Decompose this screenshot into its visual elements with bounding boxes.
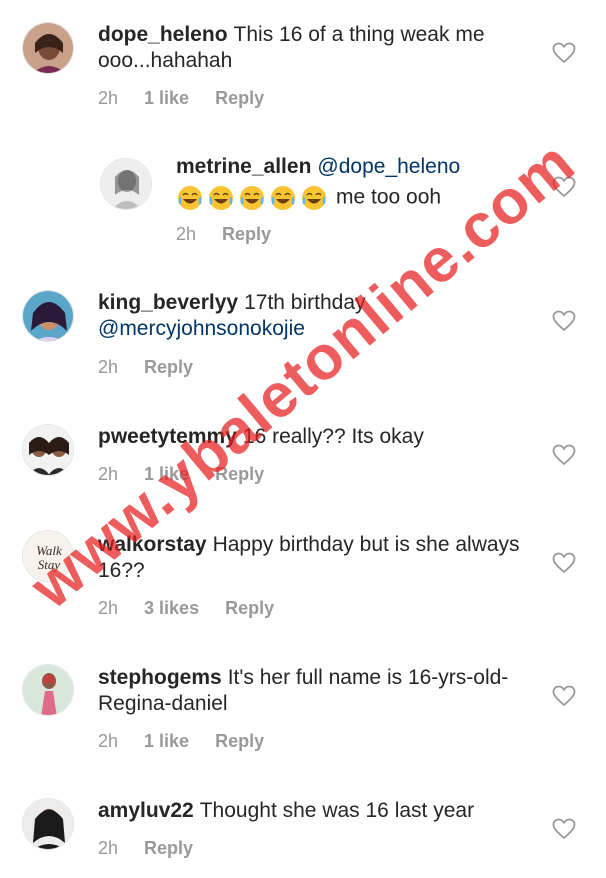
avatar-logo: Walk Stay — [23, 531, 73, 581]
face-with-tears-of-joy-icon — [178, 186, 202, 210]
reply-button[interactable]: Reply — [144, 357, 193, 378]
username[interactable]: amyluv22 — [98, 799, 194, 822]
comment-body: 16 really?? Its okay — [242, 425, 424, 448]
heart-outline-icon[interactable] — [552, 176, 576, 198]
reply-button[interactable]: Reply — [225, 598, 274, 619]
face-with-tears-of-joy-icon — [240, 186, 264, 210]
heart-outline-icon[interactable] — [552, 310, 576, 332]
comment-text-line2: me too ooh — [176, 184, 556, 212]
comment-text: stephogems It's her full name is 16-yrs-o… — [98, 665, 538, 717]
avatar[interactable] — [22, 424, 74, 476]
likes-count[interactable]: 1 like — [144, 731, 189, 752]
comment-body: me too ooh — [336, 185, 442, 209]
mention-link[interactable]: @mercyjohnsonokojie — [98, 317, 305, 340]
face-with-tears-of-joy-icon — [209, 186, 233, 210]
username[interactable]: stephogems — [98, 666, 222, 689]
avatar-photo — [23, 799, 73, 849]
emoji-row — [176, 184, 328, 212]
likes-count[interactable]: 1 like — [144, 464, 189, 485]
reply-button[interactable]: Reply — [215, 88, 264, 109]
avatar-photo — [23, 425, 73, 475]
comment-text: pweetytemmy 16 really?? Its okay — [98, 424, 538, 450]
reply-button[interactable]: Reply — [144, 838, 193, 859]
comment-meta: 2h 1 like Reply — [98, 464, 264, 485]
timestamp: 2h — [98, 88, 119, 108]
timestamp: 2h — [176, 224, 197, 244]
reply-button[interactable]: Reply — [215, 731, 264, 752]
username[interactable]: dope_heleno — [98, 23, 228, 46]
comment-meta: 2h Reply — [176, 224, 271, 245]
heart-outline-icon[interactable] — [552, 685, 576, 707]
comment-meta: 2h Reply — [98, 357, 193, 378]
face-with-tears-of-joy-icon — [302, 186, 326, 210]
username[interactable]: walkorstay — [98, 533, 207, 556]
avatar-photo — [23, 665, 73, 715]
heart-outline-icon[interactable] — [552, 818, 576, 840]
mention-link[interactable]: @dope_heleno — [317, 155, 460, 178]
username[interactable]: metrine_allen — [176, 155, 311, 178]
comment-meta: 2h Reply — [98, 838, 193, 859]
timestamp: 2h — [98, 598, 119, 618]
timestamp: 2h — [98, 731, 119, 751]
timestamp: 2h — [98, 464, 119, 484]
timestamp: 2h — [98, 357, 119, 377]
comment-meta: 2h 1 like Reply — [98, 731, 264, 752]
timestamp: 2h — [98, 838, 119, 858]
username[interactable]: king_beverlyy — [98, 291, 238, 314]
likes-count[interactable]: 3 likes — [144, 598, 199, 619]
avatar[interactable] — [22, 290, 74, 342]
avatar-photo — [101, 159, 151, 209]
comment-text: walkorstay Happy birthday but is she alwa… — [98, 532, 538, 584]
avatar-photo — [23, 23, 73, 73]
username[interactable]: pweetytemmy — [98, 425, 237, 448]
reply-button[interactable]: Reply — [215, 464, 264, 485]
svg-text:Walk: Walk — [36, 543, 62, 558]
comment-text: amyluv22 Thought she was 16 last year — [98, 798, 538, 824]
comment-text: metrine_allen @dope_heleno — [176, 154, 556, 180]
heart-outline-icon[interactable] — [552, 552, 576, 574]
avatar[interactable] — [22, 22, 74, 74]
heart-outline-icon[interactable] — [552, 444, 576, 466]
comment-text: king_beverlyy 17th birthday @mercyjohnson… — [98, 290, 538, 342]
comment-text: dope_heleno This 16 of a thing weak me oo… — [98, 22, 538, 74]
comment-meta: 2h 3 likes Reply — [98, 598, 274, 619]
reply-button[interactable]: Reply — [222, 224, 271, 245]
heart-outline-icon[interactable] — [552, 42, 576, 64]
avatar[interactable] — [22, 798, 74, 850]
comment-body: 17th birthday — [244, 291, 366, 314]
avatar-photo — [23, 291, 73, 341]
svg-text:Stay: Stay — [38, 557, 61, 572]
avatar[interactable]: Walk Stay — [22, 530, 74, 582]
face-with-tears-of-joy-icon — [271, 186, 295, 210]
avatar[interactable] — [22, 664, 74, 716]
avatar[interactable] — [100, 158, 152, 210]
comment-body: Thought she was 16 last year — [199, 799, 475, 822]
likes-count[interactable]: 1 like — [144, 88, 189, 109]
comment-meta: 2h 1 like Reply — [98, 88, 264, 109]
